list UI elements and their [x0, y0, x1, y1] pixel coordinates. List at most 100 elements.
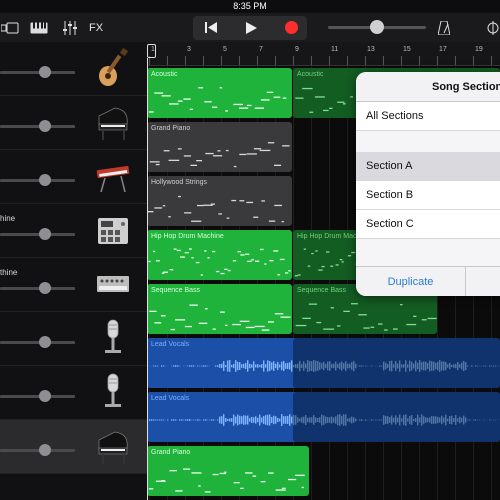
ruler-tick — [383, 56, 384, 65]
region-label: Sequence Bass — [297, 287, 347, 294]
ruler-tick — [473, 56, 474, 65]
track-volume-slider[interactable] — [0, 341, 75, 344]
track-header[interactable] — [0, 96, 147, 150]
ruler-tick — [347, 56, 348, 65]
section-item-b[interactable]: Section B — [356, 181, 500, 210]
track-name: hine — [0, 214, 16, 223]
drum-machine-icon[interactable] — [95, 210, 131, 250]
region-label: Sequence Bass — [151, 287, 201, 294]
keyboard-icon[interactable] — [28, 17, 50, 38]
ruler-tick — [167, 56, 168, 65]
region-label: Acoustic — [297, 71, 324, 78]
region-label: Grand Piano — [151, 125, 191, 132]
track-volume-knob[interactable] — [39, 282, 51, 294]
track-header[interactable] — [0, 420, 147, 474]
ruler-tick — [203, 56, 204, 65]
acoustic-guitar-icon[interactable] — [95, 47, 131, 88]
song-sections-popover: Song Sections All Sections Section A Sec… — [356, 72, 500, 296]
region-label: Lead Vocals — [151, 341, 190, 348]
track-volume-slider[interactable] — [0, 449, 75, 452]
microphone-icon[interactable] — [95, 318, 131, 358]
master-volume-knob[interactable] — [370, 20, 384, 34]
play-icon[interactable] — [240, 17, 262, 38]
ruler-tick — [419, 56, 420, 65]
playhead-handle[interactable] — [147, 44, 156, 58]
track-header[interactable]: hine — [0, 204, 147, 258]
bar-number: 13 — [367, 46, 375, 53]
bar-number: 9 — [295, 46, 299, 53]
track-volume-slider[interactable] — [0, 233, 75, 236]
track-volume-knob[interactable] — [39, 390, 51, 402]
track-header[interactable] — [0, 42, 147, 96]
ruler-tick — [329, 56, 330, 65]
track-volume-slider[interactable] — [0, 71, 75, 74]
region-label: Hip Hop Drum Machine — [151, 233, 224, 240]
track-volume-knob[interactable] — [39, 174, 51, 186]
track-name: thine — [0, 268, 18, 277]
ruler-tick — [221, 56, 222, 65]
track-header[interactable] — [0, 150, 147, 204]
ruler-tick — [365, 56, 366, 65]
track-headers: hine thine — [0, 42, 147, 500]
bar-number: 15 — [403, 46, 411, 53]
track-region[interactable]: Sequence Bass — [147, 284, 292, 334]
track-region[interactable]: Hip Hop Drum Machine — [147, 230, 292, 280]
grand-piano-icon[interactable] — [95, 102, 131, 142]
popover-footer: Duplicate — [356, 266, 500, 296]
region-label: Acoustic — [151, 71, 178, 78]
keyboard-synth-icon[interactable] — [95, 156, 131, 196]
ruler-tick — [437, 56, 438, 65]
record-icon[interactable] — [280, 17, 302, 38]
skip-back-icon[interactable] — [200, 17, 222, 38]
track-region[interactable]: Acoustic — [147, 68, 292, 118]
bar-number: 19 — [475, 46, 483, 53]
track-header[interactable] — [0, 366, 147, 420]
ruler-tick — [311, 56, 312, 65]
ruler-tick — [293, 56, 294, 65]
track-region[interactable]: Grand Piano — [147, 446, 309, 496]
track-header[interactable]: thine — [0, 258, 147, 312]
track-region[interactable]: Grand Piano — [147, 122, 292, 172]
track-volume-slider[interactable] — [0, 395, 75, 398]
bar-ruler[interactable]: 1 3 5 7 9 11 13 15 17 19 — [147, 42, 500, 66]
section-item-all[interactable]: All Sections — [356, 102, 500, 131]
ruler-tick — [239, 56, 240, 65]
fx-button[interactable]: FX — [86, 17, 106, 38]
region-label: Hollywood Strings — [151, 179, 208, 186]
popover-title: Song Sections — [356, 72, 500, 102]
grand-piano-icon[interactable] — [95, 426, 131, 466]
track-volume-knob[interactable] — [39, 120, 51, 132]
duplicate-button[interactable]: Duplicate — [356, 267, 466, 296]
metronome-icon[interactable] — [436, 17, 452, 38]
bar-number: 17 — [439, 46, 447, 53]
region-label: Grand Piano — [151, 449, 191, 456]
ruler-tick — [491, 56, 492, 65]
track-volume-knob[interactable] — [39, 228, 51, 240]
track-volume-knob[interactable] — [39, 336, 51, 348]
section-item-a[interactable]: Section A — [356, 152, 500, 181]
ruler-tick — [257, 56, 258, 65]
mixer-sliders-icon[interactable] — [60, 17, 80, 38]
microphone-icon[interactable] — [95, 372, 131, 412]
ruler-tick — [275, 56, 276, 65]
track-region[interactable]: Hollywood Strings — [147, 176, 292, 226]
control-bar: FX — [0, 13, 500, 42]
bar-number: 7 — [259, 46, 263, 53]
track-volume-slider[interactable] — [0, 287, 75, 290]
synth-module-icon[interactable] — [95, 264, 131, 304]
bar-number: 11 — [331, 46, 339, 53]
track-volume-knob[interactable] — [39, 444, 51, 456]
bar-number: 5 — [223, 46, 227, 53]
ruler-tick — [185, 56, 186, 65]
track-volume-slider[interactable] — [0, 179, 75, 182]
bar-number: 3 — [187, 46, 191, 53]
outside-section-shade — [293, 392, 500, 442]
track-volume-slider[interactable] — [0, 125, 75, 128]
track-header[interactable] — [0, 312, 147, 366]
section-item-c[interactable]: Section C — [356, 210, 500, 239]
track-volume-knob[interactable] — [39, 66, 51, 78]
tracks-view-icon[interactable] — [0, 17, 20, 38]
status-bar: 8:35 PM — [0, 0, 500, 13]
loop-browser-icon[interactable] — [486, 17, 500, 38]
outside-section-shade — [293, 338, 500, 388]
